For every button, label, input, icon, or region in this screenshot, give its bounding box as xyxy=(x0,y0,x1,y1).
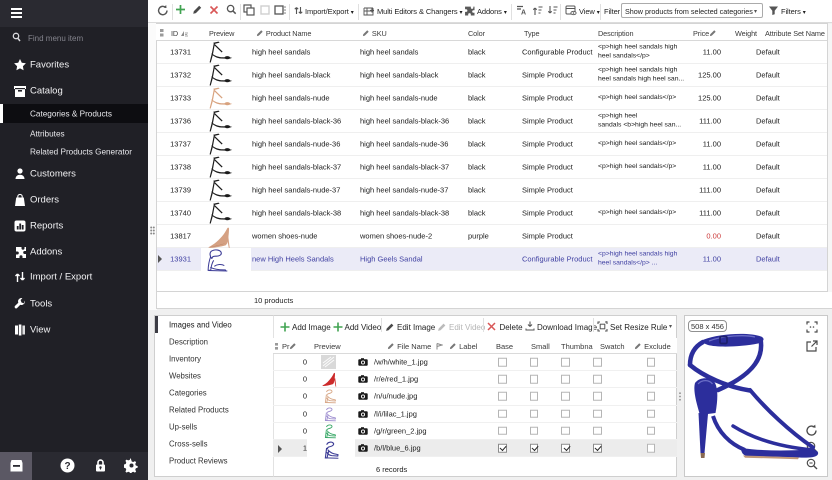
svg-text:A: A xyxy=(521,10,526,16)
svg-text:?: ? xyxy=(64,461,70,472)
